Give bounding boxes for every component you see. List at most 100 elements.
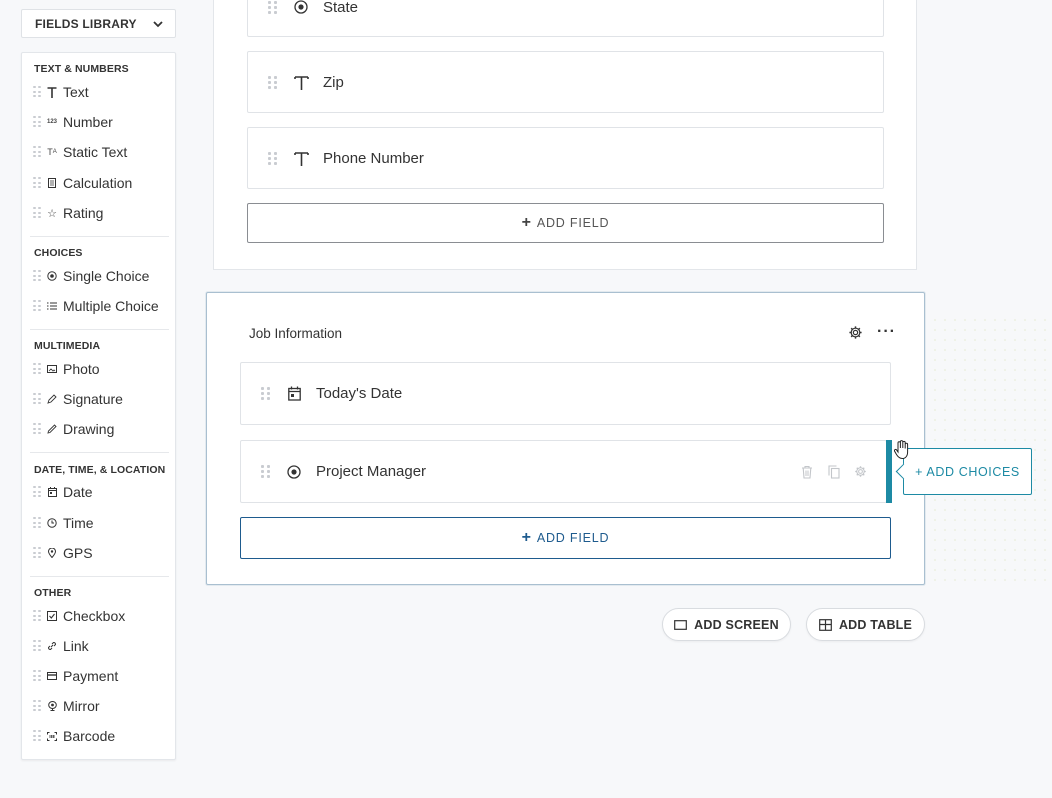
library-item-text[interactable]: Text bbox=[30, 80, 170, 104]
library-item-barcode[interactable]: Barcode bbox=[30, 724, 170, 748]
field-row-zip[interactable]: Zip bbox=[247, 51, 884, 113]
add-screen-button[interactable]: ADD SCREEN bbox=[662, 608, 791, 641]
field-label: Phone Number bbox=[323, 149, 424, 167]
library-item-number[interactable]: 123 Number bbox=[30, 110, 170, 134]
library-item-payment[interactable]: Payment bbox=[30, 664, 170, 688]
drag-handle-icon[interactable] bbox=[33, 517, 41, 529]
drag-handle-icon[interactable] bbox=[33, 423, 41, 435]
section-divider bbox=[30, 329, 169, 330]
credit-card-icon bbox=[47, 670, 57, 682]
drag-handle-icon[interactable] bbox=[33, 547, 41, 559]
barcode-icon bbox=[47, 730, 57, 742]
section-divider bbox=[30, 452, 169, 453]
trash-icon[interactable] bbox=[799, 464, 814, 479]
library-item-label: Static Text bbox=[63, 144, 128, 160]
library-item-mirror[interactable]: Mirror bbox=[30, 694, 170, 718]
drag-handle-icon[interactable] bbox=[33, 207, 41, 219]
field-label: Today's Date bbox=[316, 385, 403, 402]
calendar-icon bbox=[47, 486, 57, 498]
drag-handle-icon[interactable] bbox=[33, 300, 41, 312]
section-title: Job Information bbox=[249, 326, 343, 341]
more-options-icon[interactable]: ··· bbox=[877, 323, 896, 341]
gear-icon[interactable] bbox=[853, 464, 868, 479]
library-item-photo[interactable]: Photo bbox=[30, 357, 170, 381]
fields-library-title: FIELDS LIBRARY bbox=[35, 16, 137, 31]
duplicate-icon[interactable] bbox=[826, 464, 841, 479]
library-item-single-choice[interactable]: Single Choice bbox=[30, 264, 170, 288]
drag-handle-icon[interactable] bbox=[268, 0, 277, 14]
drag-handle-icon[interactable] bbox=[33, 146, 41, 158]
drag-handle-icon[interactable] bbox=[33, 86, 41, 98]
add-field-button[interactable]: + ADD FIELD bbox=[240, 517, 891, 559]
drag-handle-icon[interactable] bbox=[33, 116, 41, 128]
section-title-choices: CHOICES bbox=[34, 247, 83, 259]
drag-handle-icon[interactable] bbox=[33, 700, 41, 712]
drag-handle-icon[interactable] bbox=[261, 465, 270, 478]
field-row-todays-date[interactable]: Today's Date bbox=[240, 362, 891, 425]
calendar-icon bbox=[286, 386, 302, 402]
drag-handle-icon[interactable] bbox=[33, 393, 41, 405]
library-item-signature[interactable]: Signature bbox=[30, 387, 170, 411]
drag-handle-icon[interactable] bbox=[33, 640, 41, 652]
field-row-actions bbox=[799, 464, 868, 479]
field-label: Project Manager bbox=[316, 463, 427, 480]
clock-icon bbox=[47, 517, 57, 529]
drag-handle-icon[interactable] bbox=[33, 730, 41, 742]
add-table-button[interactable]: ADD TABLE bbox=[806, 608, 925, 641]
location-pin-icon bbox=[47, 547, 57, 559]
checklist-icon bbox=[47, 300, 57, 312]
calculator-icon bbox=[47, 177, 57, 189]
drag-handle-icon[interactable] bbox=[33, 610, 41, 622]
library-item-label: Rating bbox=[63, 205, 104, 221]
pen-icon bbox=[47, 393, 57, 405]
drag-handle-icon[interactable] bbox=[33, 363, 41, 375]
drag-handle-icon[interactable] bbox=[33, 270, 41, 282]
library-item-gps[interactable]: GPS bbox=[30, 541, 170, 565]
library-item-date[interactable]: Date bbox=[30, 480, 170, 504]
add-table-label: ADD TABLE bbox=[838, 617, 913, 632]
drag-handle-icon[interactable] bbox=[268, 75, 277, 89]
library-item-drawing[interactable]: Drawing bbox=[30, 417, 170, 441]
section-divider bbox=[30, 576, 169, 577]
section-title-text-numbers: TEXT & NUMBERS bbox=[34, 63, 129, 75]
add-screen-label: ADD SCREEN bbox=[694, 617, 779, 632]
library-item-multiple-choice[interactable]: Multiple Choice bbox=[30, 294, 170, 318]
table-icon bbox=[819, 618, 833, 631]
static-text-icon: TA bbox=[47, 147, 57, 157]
selected-field-indicator bbox=[886, 440, 892, 503]
library-item-label: Photo bbox=[63, 361, 100, 377]
pencil-icon bbox=[47, 423, 57, 435]
checkbox-icon bbox=[47, 610, 57, 622]
drag-handle-icon[interactable] bbox=[33, 177, 41, 189]
library-item-label: Date bbox=[63, 484, 93, 500]
library-item-label: Drawing bbox=[63, 421, 115, 437]
gear-icon[interactable] bbox=[848, 325, 863, 340]
section-title-multimedia: MULTIMEDIA bbox=[34, 340, 101, 352]
job-information-section-card[interactable]: Job Information ··· Today's Date Project… bbox=[206, 292, 925, 585]
library-item-link[interactable]: Link bbox=[30, 634, 170, 658]
section-divider bbox=[30, 236, 169, 237]
library-item-static-text[interactable]: TA Static Text bbox=[30, 140, 170, 164]
library-item-label: Multiple Choice bbox=[63, 298, 159, 314]
add-choices-label: + ADD CHOICES bbox=[915, 464, 1020, 479]
library-item-time[interactable]: Time bbox=[30, 511, 170, 535]
add-field-button[interactable]: + ADD FIELD bbox=[247, 203, 884, 243]
drag-handle-icon[interactable] bbox=[268, 151, 277, 165]
library-item-label: GPS bbox=[63, 545, 93, 561]
field-row-state[interactable]: State bbox=[247, 0, 884, 37]
library-item-rating[interactable]: ☆ Rating bbox=[30, 201, 170, 225]
add-choices-button[interactable]: + ADD CHOICES bbox=[903, 448, 1032, 495]
library-item-checkbox[interactable]: Checkbox bbox=[30, 604, 170, 628]
fields-library-dropdown[interactable]: FIELDS LIBRARY bbox=[21, 9, 176, 38]
field-row-phone-number[interactable]: Phone Number bbox=[247, 127, 884, 189]
field-row-project-manager[interactable]: Project Manager bbox=[240, 440, 887, 503]
library-item-calculation[interactable]: Calculation bbox=[30, 171, 170, 195]
drag-handle-icon[interactable] bbox=[33, 670, 41, 682]
hand-cursor-icon bbox=[893, 440, 909, 460]
address-section-card: State Zip Phone Number + ADD FIELD bbox=[213, 0, 917, 270]
drag-handle-icon[interactable] bbox=[261, 387, 270, 400]
chevron-down-icon bbox=[153, 21, 163, 28]
library-item-label: Calculation bbox=[63, 175, 133, 191]
drag-handle-icon[interactable] bbox=[33, 486, 41, 498]
radio-icon bbox=[286, 464, 302, 480]
